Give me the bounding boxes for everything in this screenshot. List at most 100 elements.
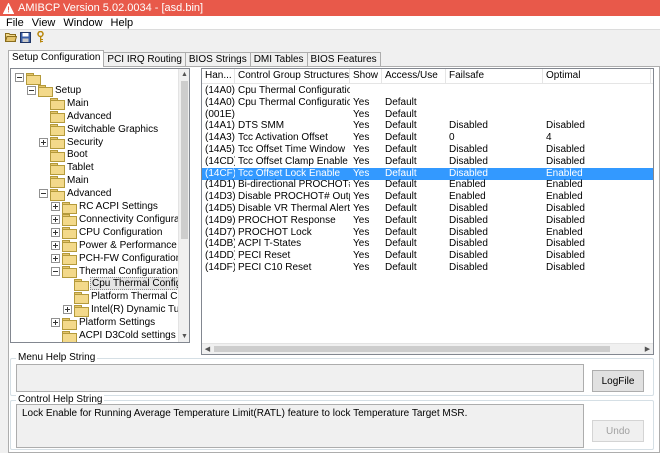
tree-item[interactable]: Intel(R) Dynamic Tuning bbox=[63, 303, 178, 317]
cell-optimal[interactable]: Disabled bbox=[543, 144, 651, 156]
tree-item[interactable]: Advanced bbox=[39, 187, 112, 201]
tab-setup-configuration[interactable]: Setup Configuration bbox=[8, 50, 105, 67]
cell-failsafe[interactable] bbox=[446, 85, 543, 97]
logfile-button[interactable]: LogFile bbox=[592, 370, 644, 392]
setup-tree[interactable]: Setup Main Advanced Switchable Graphics Secu… bbox=[10, 68, 190, 343]
key-icon[interactable] bbox=[34, 31, 47, 43]
cell-show[interactable]: Yes bbox=[350, 191, 382, 203]
cell-access-use[interactable]: Default bbox=[382, 179, 446, 191]
column-header-control-group[interactable]: Control Group Structures bbox=[235, 69, 350, 84]
cell-failsafe[interactable]: Disabled bbox=[446, 215, 543, 227]
cell-optimal[interactable]: 4 bbox=[543, 132, 651, 144]
cell-access-use[interactable]: Default bbox=[382, 215, 446, 227]
menu-help[interactable]: Help bbox=[109, 17, 140, 29]
cell-show[interactable]: Yes bbox=[350, 250, 382, 262]
column-header-access-use[interactable]: Access/Use bbox=[382, 69, 446, 84]
cell-show[interactable]: Yes bbox=[350, 179, 382, 191]
collapse-minus-icon[interactable] bbox=[15, 73, 24, 82]
tab-pci-irq-routing[interactable]: PCI IRQ Routing bbox=[103, 52, 186, 67]
table-row[interactable]: (14A0) Cpu Thermal Configuration bbox=[202, 85, 653, 97]
expand-plus-icon[interactable] bbox=[51, 240, 60, 250]
cell-optimal[interactable]: Disabled bbox=[543, 120, 651, 132]
cell-access-use[interactable]: Default bbox=[382, 203, 446, 215]
table-row[interactable]: (14D7) PROCHOT Lock Yes Default Disabled Enab… bbox=[202, 227, 653, 239]
folder-open-icon[interactable] bbox=[4, 31, 17, 43]
cell-failsafe[interactable]: Disabled bbox=[446, 144, 543, 156]
column-header-handle[interactable]: Han... bbox=[202, 69, 235, 84]
cell-optimal[interactable] bbox=[543, 97, 651, 109]
cell-access-use[interactable]: Default bbox=[382, 262, 446, 274]
tree-item[interactable]: RC ACPI Settings bbox=[51, 200, 159, 214]
scroll-up-arrow-icon[interactable]: ▲ bbox=[179, 69, 189, 80]
cell-show[interactable]: Yes bbox=[350, 144, 382, 156]
expand-plus-icon[interactable] bbox=[51, 227, 60, 237]
cell-optimal[interactable]: Enabled bbox=[543, 179, 651, 191]
cell-access-use[interactable]: Default bbox=[382, 227, 446, 239]
table-row[interactable]: (14A5) Tcc Offset Time Window Yes Default Di… bbox=[202, 144, 653, 156]
table-row[interactable]: (14D3)Disable PROCHOT# OutputYesDefaultE… bbox=[202, 191, 653, 203]
cell-optimal[interactable] bbox=[543, 85, 651, 97]
cell-optimal[interactable]: Enabled bbox=[543, 227, 651, 239]
hscroll-thumb[interactable] bbox=[214, 346, 610, 352]
tree-item[interactable]: CPU Configuration bbox=[51, 226, 163, 240]
collapse-minus-icon[interactable] bbox=[27, 85, 36, 95]
table-row[interactable]: (14A1) DTS SMM Yes Default Disabled Disabled bbox=[202, 120, 653, 132]
column-header-optimal[interactable]: Optimal bbox=[543, 69, 651, 84]
cell-optimal[interactable] bbox=[543, 109, 651, 121]
expand-plus-icon[interactable] bbox=[51, 202, 60, 211]
expand-plus-icon[interactable] bbox=[39, 137, 48, 147]
tree-vertical-scrollbar[interactable]: ▲ ▼ bbox=[178, 69, 189, 342]
tree-item[interactable]: Main bbox=[39, 97, 90, 111]
cell-show[interactable]: Yes bbox=[350, 132, 382, 144]
tree-item[interactable]: Power & Performance bbox=[51, 239, 178, 253]
cell-access-use[interactable]: Default bbox=[382, 156, 446, 168]
cell-access-use[interactable]: Default bbox=[382, 250, 446, 262]
cell-failsafe[interactable] bbox=[446, 109, 543, 121]
table-row[interactable]: (14D5) Disable VR Thermal Alert Yes Default… bbox=[202, 203, 653, 215]
cell-access-use[interactable]: Default bbox=[382, 120, 446, 132]
expand-plus-icon[interactable] bbox=[51, 253, 60, 263]
cell-show[interactable]: Yes bbox=[350, 203, 382, 215]
cell-show[interactable]: Yes bbox=[350, 215, 382, 227]
collapse-minus-icon[interactable] bbox=[39, 189, 48, 199]
scroll-thumb[interactable] bbox=[181, 81, 188, 239]
cell-optimal[interactable]: Disabled bbox=[543, 156, 651, 168]
cell-failsafe[interactable]: Enabled bbox=[446, 191, 543, 203]
menu-file[interactable]: File bbox=[4, 17, 30, 29]
cell-access-use[interactable]: Default bbox=[382, 168, 446, 180]
scroll-right-arrow-icon[interactable]: ▶ bbox=[642, 344, 653, 354]
tab-dmi-tables[interactable]: DMI Tables bbox=[249, 52, 308, 67]
table-row[interactable]: (14A3) Tcc Activation Offset Yes Default 0 4 bbox=[202, 132, 653, 144]
cell-failsafe[interactable]: Disabled bbox=[446, 120, 543, 132]
cell-show[interactable]: Yes bbox=[350, 238, 382, 250]
cell-access-use[interactable]: Default bbox=[382, 191, 446, 203]
table-row[interactable]: (14CF) Tcc Offset Lock Enable Yes Default Di… bbox=[202, 167, 653, 180]
tree-item[interactable]: Tablet bbox=[39, 161, 95, 175]
cell-show[interactable]: Yes bbox=[350, 109, 382, 121]
cell-optimal[interactable]: Enabled bbox=[543, 191, 651, 203]
cell-access-use[interactable]: Default bbox=[382, 144, 446, 156]
tree-item[interactable]: Platform Settings bbox=[51, 316, 156, 330]
tree-item[interactable]: Advanced bbox=[39, 110, 112, 124]
cell-show[interactable] bbox=[350, 85, 382, 97]
cell-access-use[interactable]: Default bbox=[382, 132, 446, 144]
cell-show[interactable]: Yes bbox=[350, 262, 382, 274]
column-header-failsafe[interactable]: Failsafe bbox=[446, 69, 543, 84]
table-row[interactable]: (14DB) ACPI T-States Yes Default Disabled Dis… bbox=[202, 238, 653, 250]
tab-bios-features[interactable]: BIOS Features bbox=[306, 52, 381, 67]
table-row[interactable]: (14D1) Bi-directional PROCHOT# Yes Default E… bbox=[202, 179, 653, 191]
cell-optimal[interactable]: Disabled bbox=[543, 238, 651, 250]
tree-item[interactable]: Switchable Graphics bbox=[39, 123, 159, 137]
undo-button[interactable]: Undo bbox=[592, 420, 644, 442]
expand-plus-icon[interactable] bbox=[63, 305, 72, 315]
cell-optimal[interactable]: Disabled bbox=[543, 203, 651, 215]
cell-access-use[interactable]: Default bbox=[382, 97, 446, 109]
cell-access-use[interactable]: Default bbox=[382, 109, 446, 121]
table-row[interactable]: (001E) Yes Default bbox=[202, 109, 653, 121]
expand-plus-icon[interactable] bbox=[51, 214, 60, 224]
menu-view[interactable]: View bbox=[30, 17, 62, 29]
tab-bios-strings[interactable]: BIOS Strings bbox=[184, 52, 251, 67]
cell-failsafe[interactable] bbox=[446, 97, 543, 109]
tree-item[interactable]: Platform Thermal Config bbox=[63, 290, 178, 304]
grid-horizontal-scrollbar[interactable]: ◀ ▶ bbox=[202, 343, 653, 354]
